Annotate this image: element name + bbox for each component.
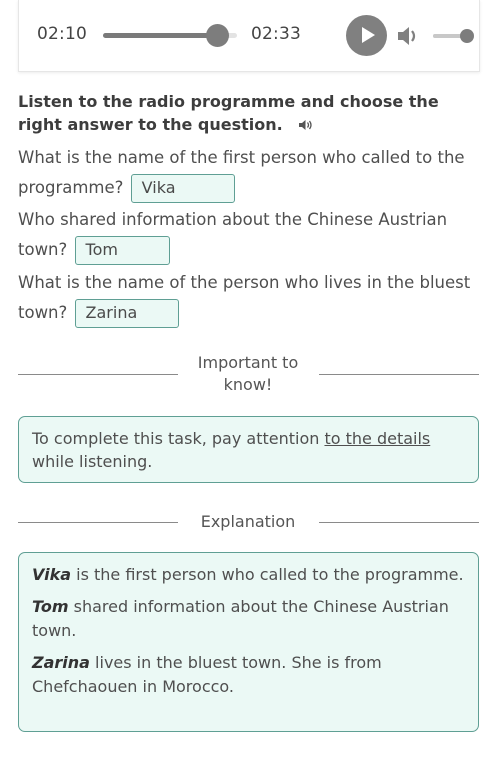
- duration-time: 02:33: [251, 24, 301, 44]
- note-text-before: To complete this task, pay attention: [32, 429, 325, 448]
- question-1: What is the name of the first person who…: [18, 143, 488, 203]
- play-button[interactable]: [346, 15, 387, 56]
- explanation-box: Vika is the first person who called to t…: [18, 552, 479, 732]
- question-text: What is the name of the first person who…: [18, 148, 465, 197]
- explanation-divider-left: [18, 522, 178, 523]
- progress-fill: [103, 33, 217, 38]
- progress-slider[interactable]: [103, 24, 237, 47]
- volume-thumb[interactable]: [460, 29, 474, 43]
- progress-thumb[interactable]: [205, 24, 229, 47]
- important-note: To complete this task, pay attention to …: [18, 416, 479, 483]
- explanation-name: Zarina: [32, 653, 90, 672]
- explanation-item: Zarina lives in the bluest town. She is …: [32, 651, 465, 699]
- instruction-text: Listen to the radio programme and choose…: [18, 92, 439, 134]
- explanation-name: Vika: [32, 565, 72, 584]
- speaker-icon[interactable]: [298, 119, 314, 131]
- question-3: What is the name of the person who lives…: [18, 268, 488, 328]
- important-heading: Important to know!: [178, 352, 318, 396]
- divider-left: [18, 374, 178, 375]
- explanation-name: Tom: [32, 597, 69, 616]
- audio-player: 02:10 02:33: [18, 0, 480, 72]
- important-heading-line1: Important to: [197, 353, 299, 372]
- explanation-item: Vika is the first person who called to t…: [32, 563, 465, 587]
- important-heading-line2: know!: [223, 375, 273, 394]
- explanation-divider-right: [319, 522, 479, 523]
- explanation-text: shared information about the Chinese Aus…: [32, 597, 449, 640]
- details-link[interactable]: to the details: [324, 429, 430, 448]
- note-text-after: while listening.: [32, 452, 153, 471]
- question-2: Who shared information about the Chinese…: [18, 205, 488, 265]
- volume-slider[interactable]: [433, 29, 474, 43]
- task-instruction: Listen to the radio programme and choose…: [18, 90, 488, 136]
- explanation-text: is the first person who called to the pr…: [71, 565, 464, 584]
- explanation-item: Tom shared information about the Chinese…: [32, 595, 465, 643]
- answer-field-1[interactable]: Vika: [130, 174, 235, 203]
- divider-right: [319, 374, 479, 375]
- answer-field-3[interactable]: Zarina: [74, 299, 179, 328]
- explanation-heading: Explanation: [200, 512, 296, 531]
- volume-icon[interactable]: [396, 24, 422, 48]
- current-time: 02:10: [37, 24, 87, 44]
- answer-field-2[interactable]: Tom: [74, 236, 170, 265]
